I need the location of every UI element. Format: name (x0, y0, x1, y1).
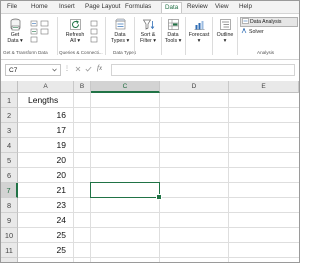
fill-handle[interactable] (156, 194, 162, 200)
forecast-chart-icon (194, 21, 204, 30)
forecast-button[interactable]: Forecast ▾ (187, 18, 211, 44)
gridline (159, 93, 160, 262)
formula-bar-grip: ⋮ (64, 66, 70, 72)
select-all-corner[interactable] (1, 81, 18, 93)
refresh-icon (69, 19, 81, 30)
tab-file[interactable]: File (7, 3, 17, 10)
insert-function-icon[interactable]: fx (97, 64, 102, 72)
data-tools-label-2: Tools ▾ (164, 38, 182, 44)
queries-small-icons[interactable] (90, 20, 98, 44)
recent-sources-icons[interactable] (40, 20, 49, 36)
group-label-get-transform: Get & Transform Data (3, 50, 48, 55)
data-types-button[interactable]: Data Types ▾ (109, 18, 131, 44)
data-analysis-icon (242, 18, 249, 24)
cell-a11[interactable]: 25 (18, 243, 68, 258)
group-label-queries: Queries & Connecti... (59, 50, 103, 55)
refresh-all-button[interactable]: Refresh All ▾ (63, 18, 87, 44)
tab-home[interactable]: Home (31, 3, 48, 10)
column-header-b[interactable]: B (74, 81, 91, 93)
row-header-8[interactable]: 8 (1, 198, 18, 213)
cancel-x-icon[interactable] (75, 66, 81, 72)
enter-check-icon[interactable] (85, 66, 92, 72)
tab-page-layout[interactable]: Page Layout (85, 3, 120, 10)
tab-view[interactable]: View (215, 3, 229, 10)
group-separator (57, 17, 58, 55)
row-header-5[interactable]: 5 (1, 153, 18, 168)
active-cell-c7[interactable] (90, 182, 160, 198)
cell-a8[interactable]: 23 (18, 198, 68, 213)
cell-a9[interactable]: 24 (18, 213, 68, 228)
get-data-label-2: Data ▾ (7, 38, 23, 44)
worksheet-grid: A B C D E 1 2 3 4 5 6 7 8 9 10 11 12 Len… (1, 81, 299, 262)
cell-a10[interactable]: 25 (18, 228, 68, 243)
gridline (90, 93, 91, 262)
row-header-9[interactable]: 9 (1, 213, 18, 228)
group-label-analysis: Analysis (257, 50, 275, 55)
formula-bar: C7 ⋮ fx (1, 60, 299, 79)
outline-button[interactable]: Outline ▾ (214, 18, 236, 44)
refresh-label-2: All ▾ (69, 38, 81, 44)
column-header-e[interactable]: E (229, 81, 299, 93)
gridline (228, 93, 229, 262)
group-separator (212, 17, 213, 55)
row-header-12[interactable]: 12 (1, 258, 18, 262)
column-header-c[interactable]: C (91, 81, 160, 93)
row-header-2[interactable]: 2 (1, 108, 18, 123)
group-label-data-types: Data Types (113, 50, 137, 55)
outline-label-2: ▾ (223, 38, 227, 44)
tab-formulas[interactable]: Formulas (125, 3, 151, 10)
sort-filter-label-2: Filter ▾ (140, 38, 156, 44)
data-analysis-button[interactable]: Data Analysis (240, 17, 298, 27)
cell-a5[interactable]: 20 (18, 153, 68, 168)
group-separator (161, 17, 162, 55)
cell-a6[interactable]: 20 (18, 168, 68, 183)
cell-a12[interactable]: 25 (18, 258, 68, 262)
excel-window: File Home Insert Page Layout Formulas Da… (0, 0, 300, 263)
solver-button[interactable]: Solver (241, 28, 264, 35)
solver-icon (241, 28, 247, 34)
get-data-button[interactable]: Get Data ▾ (5, 18, 25, 44)
formula-input[interactable] (111, 64, 295, 76)
gridline (73, 93, 74, 262)
chevron-down-icon[interactable] (52, 68, 57, 72)
cell-a4[interactable]: 19 (18, 138, 68, 153)
row-header-11[interactable]: 11 (1, 243, 18, 258)
cell-a2[interactable]: 16 (18, 108, 68, 123)
data-types-icon (114, 18, 126, 30)
group-separator (134, 17, 135, 55)
data-tools-icon (167, 19, 179, 30)
data-analysis-label: Data Analysis (250, 19, 282, 25)
data-tools-button[interactable]: Data Tools ▾ (163, 18, 183, 44)
small-command-icons[interactable] (30, 20, 38, 44)
row-header-10[interactable]: 10 (1, 228, 18, 243)
row-header-3[interactable]: 3 (1, 123, 18, 138)
cell-a7[interactable]: 21 (18, 183, 68, 198)
outline-icon (219, 19, 231, 30)
cell-a3[interactable]: 17 (18, 123, 68, 138)
database-icon (10, 18, 20, 31)
forecast-label-2: ▾ (197, 38, 201, 44)
cell-a1[interactable]: Lengths (28, 93, 74, 108)
group-separator (185, 17, 186, 55)
row-header-7[interactable]: 7 (1, 183, 18, 198)
row-header-4[interactable]: 4 (1, 138, 18, 153)
column-header-a[interactable]: A (18, 81, 74, 93)
solver-label: Solver (249, 29, 264, 35)
tab-insert[interactable]: Insert (59, 3, 75, 10)
row-header-6[interactable]: 6 (1, 168, 18, 183)
group-separator (105, 17, 106, 55)
sort-filter-button[interactable]: Sort & Filter ▾ (137, 18, 159, 44)
row-header-1[interactable]: 1 (1, 93, 18, 108)
tab-review[interactable]: Review (187, 3, 208, 10)
column-header-d[interactable]: D (160, 81, 229, 93)
ribbon: Get Data ▾ Get & Transform Data Refresh … (1, 13, 299, 60)
tab-help[interactable]: Help (239, 3, 252, 10)
group-separator (237, 17, 238, 55)
sort-filter-icon (142, 19, 154, 30)
data-types-label-2: Types ▾ (110, 38, 130, 44)
